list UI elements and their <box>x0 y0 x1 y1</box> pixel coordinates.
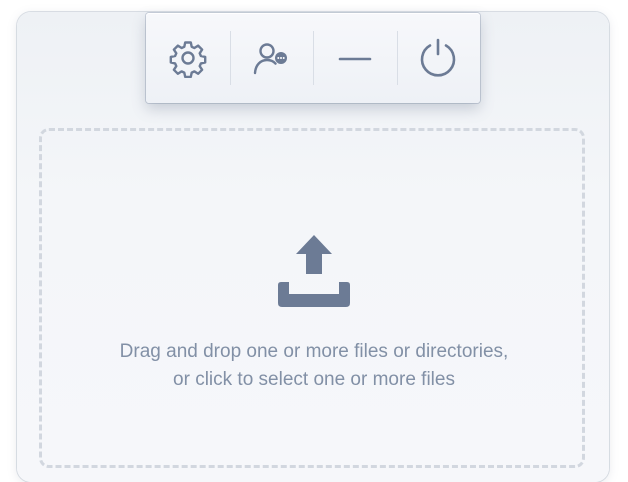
upload-icon <box>278 235 350 307</box>
dropzone-instruction-line1: Drag and drop one or more files or direc… <box>119 341 509 362</box>
toolbar <box>146 13 480 103</box>
user-status-icon <box>254 43 288 75</box>
account-button[interactable] <box>229 13 314 103</box>
minimize-icon <box>338 57 372 61</box>
dropzone-instruction-line2: or click to select one or more files <box>173 369 455 390</box>
settings-button[interactable] <box>146 13 230 103</box>
gear-icon <box>169 41 207 78</box>
power-icon <box>420 38 456 77</box>
minimize-button[interactable] <box>313 13 397 103</box>
power-button[interactable] <box>396 13 481 103</box>
